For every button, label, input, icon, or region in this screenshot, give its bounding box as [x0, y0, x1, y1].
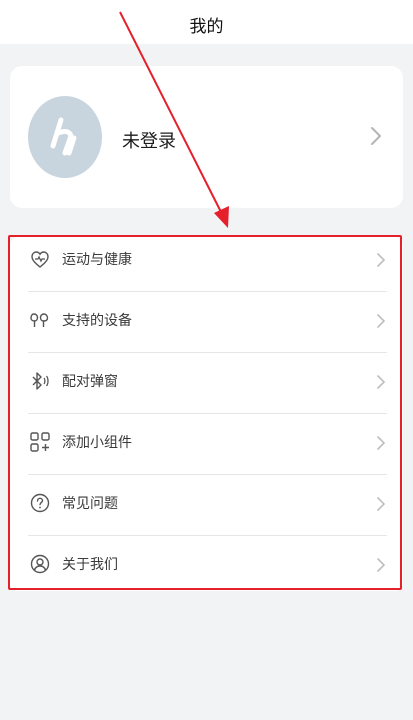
menu-item-label: 支持的设备	[62, 313, 132, 329]
menu-item-label: 常见问题	[62, 496, 118, 512]
app-header: 我的	[0, 0, 413, 44]
menu-item-label: 配对弹窗	[62, 374, 118, 390]
widget-add-icon	[30, 432, 50, 452]
profile-card[interactable]: 未登录	[10, 66, 403, 208]
health-icon	[31, 251, 49, 268]
menu-item-pairing-popup[interactable]: 配对弹窗	[10, 353, 403, 414]
chevron-right-icon	[371, 127, 381, 145]
chevron-right-icon	[377, 436, 386, 450]
chevron-right-icon	[377, 253, 386, 267]
menu-item-add-widget[interactable]: 添加小组件	[10, 414, 403, 475]
chevron-right-icon	[377, 558, 386, 572]
chevron-right-icon	[377, 375, 386, 389]
menu-item-label: 关于我们	[62, 557, 118, 573]
menu-item-supported-devices[interactable]: 支持的设备	[10, 292, 403, 353]
menu-item-label: 运动与健康	[62, 252, 132, 268]
user-circle-icon	[30, 554, 50, 574]
menu-item-health[interactable]: 运动与健康	[10, 231, 403, 292]
question-circle-icon	[30, 493, 50, 513]
login-status-label: 未登录	[122, 131, 176, 152]
settings-menu: 运动与健康 支持的设备 配对弹窗 添加小组件 常见问题 关于我们	[10, 237, 403, 591]
menu-item-faq[interactable]: 常见问题	[10, 475, 403, 536]
menu-item-label: 添加小组件	[62, 435, 132, 451]
user-avatar-icon	[28, 96, 102, 178]
earbuds-icon	[30, 313, 49, 327]
page-title: 我的	[189, 17, 224, 37]
chevron-right-icon	[377, 497, 386, 511]
chevron-right-icon	[377, 314, 386, 328]
bluetooth-icon	[32, 372, 49, 390]
menu-item-about-us[interactable]: 关于我们	[10, 536, 403, 597]
